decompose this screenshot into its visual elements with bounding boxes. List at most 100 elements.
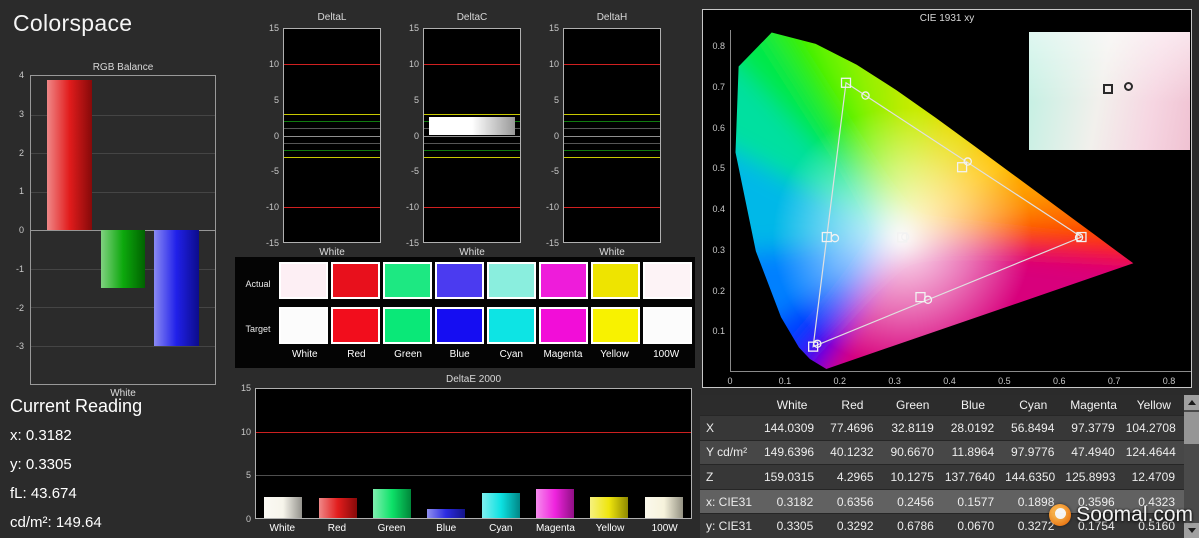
- tick-label: 5: [245, 470, 251, 481]
- green-bar-slot: [365, 389, 419, 518]
- category-label: Yellow: [595, 523, 625, 534]
- color-swatch: [643, 307, 692, 344]
- actual-swatches: [279, 262, 692, 299]
- color-swatch: [383, 307, 432, 344]
- delta-c-chart: DeltaC 15 10 5 0 -5 -10 -15 White: [393, 8, 523, 260]
- color-swatch: [279, 307, 328, 344]
- inset-target-marker: [1103, 84, 1113, 94]
- value-cell: 125.8993: [1063, 464, 1124, 490]
- tick-label: -10: [265, 202, 279, 213]
- category-label: White: [292, 349, 318, 360]
- tick-label: 15: [240, 383, 251, 393]
- plot-area: [563, 28, 661, 243]
- tick-label: 0.4: [943, 376, 956, 386]
- bars: [284, 29, 380, 242]
- value-cell: 159.0315: [762, 464, 823, 490]
- tick-label: 15: [408, 23, 419, 33]
- color-swatch: [331, 262, 380, 299]
- table-row[interactable]: Z 159.0315 4.2965 10.1275 137.7640 144.6350 12…: [700, 464, 1184, 490]
- deltae-2000-chart: DeltaE 2000 15 10 5 0 White Red Green Blue Cyan…: [235, 372, 695, 538]
- color-swatch: [591, 262, 640, 299]
- value-cell: 0.1577: [942, 488, 1004, 514]
- color-swatch-panel: Actual Target White Red Green Blue Cyan Magen…: [235, 257, 695, 368]
- value-cell: 97.3779: [1063, 415, 1124, 441]
- scroll-up-button[interactable]: [1184, 395, 1199, 410]
- tick-label: 0: [413, 130, 419, 141]
- logo-core: [1055, 508, 1067, 519]
- value-cell: 12.4709: [1123, 464, 1184, 490]
- chart-title: DeltaE 2000: [445, 374, 502, 385]
- tick-label: 0.1: [712, 326, 725, 337]
- value-cell: 0.3292: [822, 513, 883, 538]
- cie-plot-area: [730, 30, 1191, 372]
- deltac-bar-slot: [424, 29, 520, 242]
- tick-label: 5: [553, 94, 559, 105]
- column-header: Cyan: [1003, 395, 1064, 416]
- category-label: Blue: [449, 349, 470, 360]
- value-cell: 144.6350: [1003, 464, 1064, 490]
- tick-label: 0.8: [712, 41, 725, 52]
- x-axis: 0 0.1 0.2 0.3 0.4 0.5 0.6 0.7 0.8: [727, 374, 1191, 386]
- rgb-balance-chart: [30, 75, 216, 385]
- column-header: Green: [882, 395, 943, 416]
- blue-bar: [427, 508, 466, 518]
- current-reading-heading: Current Reading: [10, 396, 143, 416]
- tick-label: 10: [408, 58, 419, 69]
- blue-bar: [153, 230, 199, 346]
- x-labels: White Red Green Blue Cyan Magenta Yellow 100W: [255, 523, 692, 534]
- white-point-inset: [1029, 32, 1190, 150]
- tick-label: 0.6: [712, 122, 725, 133]
- tick-label: 5: [413, 94, 419, 105]
- color-swatch: [279, 262, 328, 299]
- category-label: Magenta: [543, 349, 583, 360]
- y-axis: 15 10 5 0 -5 -10 -15: [257, 23, 281, 248]
- value-cell: 137.7640: [942, 464, 1004, 490]
- bars: [256, 389, 691, 518]
- color-swatch: [539, 262, 588, 299]
- tick-label: -10: [545, 202, 559, 213]
- tick-label: 10: [240, 426, 251, 437]
- delta-l-chart: DeltaL 15 10 5 0 -5 -10 -15 White: [253, 8, 383, 260]
- category-label: 100W: [651, 523, 678, 534]
- value-cell: 149.6396: [762, 439, 823, 465]
- row-label: Z: [700, 464, 762, 490]
- reading-x: x: 0.3182: [10, 427, 72, 444]
- 100w-bar-slot: [637, 389, 691, 518]
- page-title: Colorspace: [13, 10, 133, 36]
- color-swatch: [487, 262, 536, 299]
- tick-label: 2: [18, 147, 24, 158]
- red-bar: [47, 79, 93, 230]
- chart-title: DeltaL: [317, 12, 347, 23]
- column-header: Yellow: [1123, 395, 1184, 416]
- scrollbar-thumb[interactable]: [1184, 412, 1199, 444]
- tick-label: -15: [545, 238, 559, 248]
- value-cell: 11.8964: [942, 439, 1004, 465]
- tick-label: 3: [18, 108, 24, 119]
- colorspace-app: Colorspace RGB Balance 4 3 2 1 0 -1 -2 -3 White…: [0, 0, 1199, 538]
- category-label: Green: [394, 349, 422, 360]
- y-axis: 15 10 5 0: [237, 383, 253, 524]
- table-row[interactable]: X 144.0309 77.4696 32.8119 28.0192 56.8494 97.…: [700, 415, 1184, 441]
- tick-label: 0.3: [888, 376, 901, 386]
- color-swatch: [435, 307, 484, 344]
- yellow-bar-slot: [582, 389, 636, 518]
- rgb-balance-title: RGB Balance: [92, 62, 154, 73]
- tick-label: 5: [273, 94, 279, 105]
- column-header: White: [762, 395, 823, 416]
- category-label: White: [269, 523, 296, 534]
- rgb-bars: [31, 76, 215, 384]
- color-swatch: [435, 262, 484, 299]
- table-row[interactable]: Y cd/m² 149.6396 40.1232 90.6670 11.8964 97.9…: [700, 439, 1184, 465]
- value-cell: 0.3305: [762, 513, 823, 538]
- tick-label: 15: [548, 23, 559, 33]
- watermark-text: Soomal.com: [1076, 503, 1193, 526]
- column-header: Blue: [942, 395, 1004, 416]
- inset-measured-marker: [1124, 82, 1133, 91]
- tick-label: 0: [727, 376, 733, 386]
- reading-cdm2: cd/m²: 149.64: [10, 514, 102, 531]
- magenta-bar: [536, 488, 575, 518]
- cyan-bar-slot: [474, 389, 528, 518]
- rgb-balance-y-axis: 4 3 2 1 0 -1 -2 -3: [6, 70, 26, 385]
- green-bar: [372, 488, 411, 518]
- color-swatch: [331, 307, 380, 344]
